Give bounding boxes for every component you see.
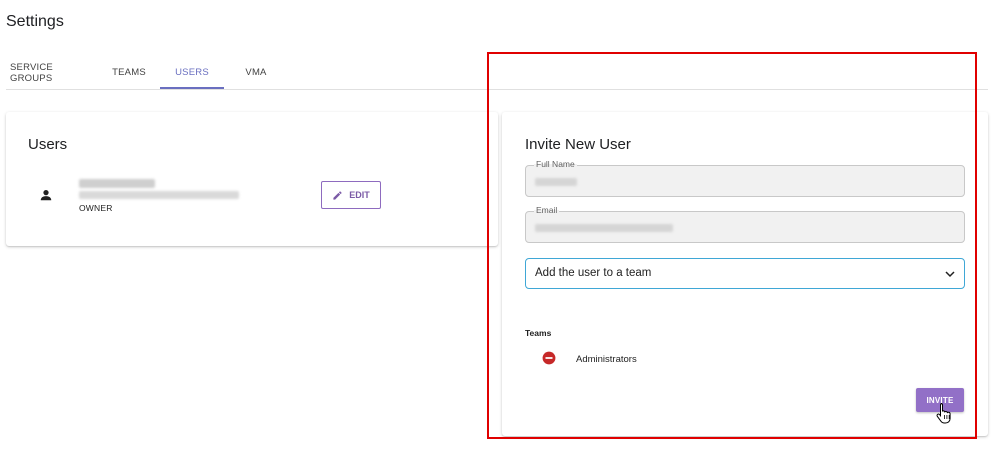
person-icon	[40, 190, 52, 201]
users-card-title: Users	[28, 136, 68, 153]
active-tab-indicator	[160, 87, 224, 89]
edit-user-button[interactable]: EDIT	[321, 181, 381, 209]
users-card: Users OWNER EDIT	[6, 112, 498, 246]
tab-service-groups[interactable]: SERVICE GROUPS	[10, 56, 94, 89]
page-title: Settings	[6, 13, 64, 30]
user-email-redacted	[79, 191, 239, 199]
tab-users[interactable]: USERS	[160, 56, 224, 89]
user-name-redacted	[79, 179, 155, 188]
highlight-annotation-box	[487, 52, 977, 439]
tab-vma[interactable]: VMA	[232, 56, 280, 89]
tab-teams[interactable]: TEAMS	[102, 56, 156, 89]
pencil-icon	[333, 190, 342, 200]
edit-button-label: EDIT	[349, 190, 370, 200]
user-role: OWNER	[79, 203, 113, 213]
